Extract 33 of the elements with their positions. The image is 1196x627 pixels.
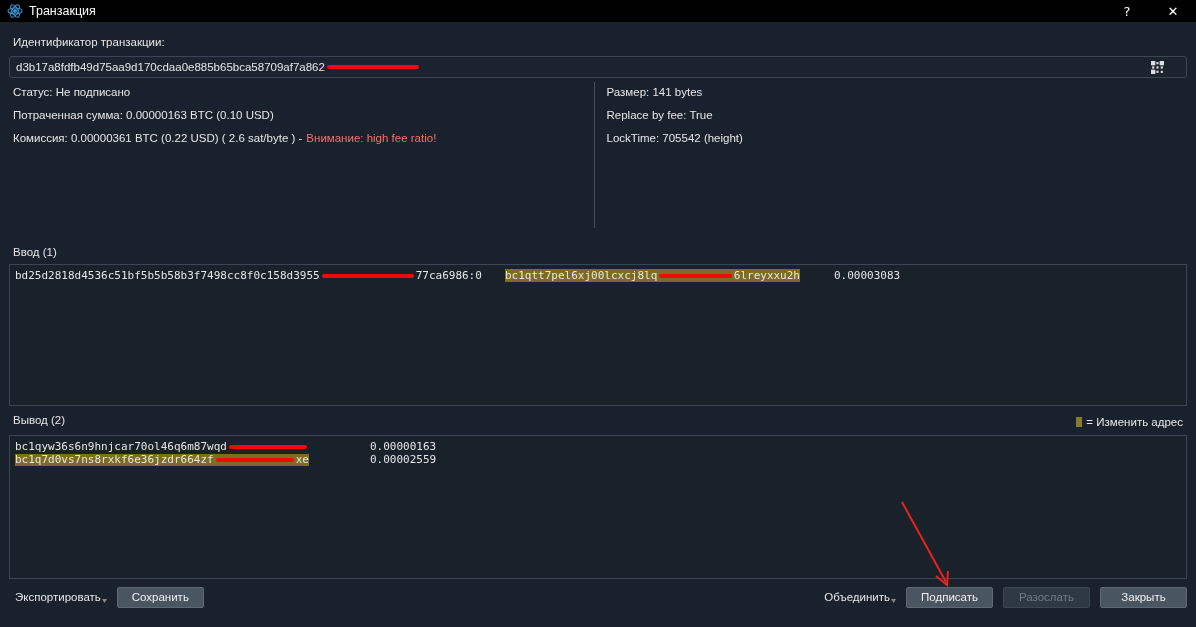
close-button[interactable]: ✕	[1150, 0, 1196, 22]
caret-icon	[891, 599, 896, 603]
qr-code-icon[interactable]	[1151, 60, 1164, 74]
field-label: Идентификатор транзакции:	[12, 36, 166, 50]
txid-value: d3b17a8fdfb49d75aa9d170cdaa0e885b65bca58709af7a862	[16, 61, 325, 73]
menu-button[interactable]: Объединить	[818, 591, 896, 603]
dialog-button[interactable]: Сохранить	[116, 586, 204, 608]
dialog-button[interactable]: Закрыть	[1100, 586, 1187, 608]
section-title: Ввод (1)	[12, 246, 58, 260]
txid-field[interactable]: d3b17a8fdfb49d75aa9d170cdaa0e885b65bca58709af7a862	[9, 56, 1187, 78]
menu-button[interactable]: Экспортировать	[9, 591, 107, 603]
amount-text: 0.00000163	[370, 440, 437, 453]
caret-icon	[101, 599, 107, 603]
info-text: Комиссия: 0.00000361 BTC (0.22 USD) ( 2.6 sat/byte ) -	[13, 132, 303, 144]
address-text: bc1q7d0vs7ns8rxkf6e36jzdr664zf xe	[15, 453, 309, 466]
help-button[interactable]: ?	[1104, 0, 1150, 22]
info-text: Потраченная сумма: 0.00000163 BTC (0.10 USD)	[13, 109, 274, 121]
dialog-button[interactable]: Подписать	[906, 586, 993, 608]
window-title: Транзакция	[29, 4, 96, 18]
outpoint-text: bd25d2818d4536c51bf5b5b58b3f7498cc8f0c158d3955 77ca6986:0	[15, 269, 483, 282]
info-text: LockTime: 705542 (height)	[606, 132, 743, 144]
info-text: Replace by fee: True	[606, 109, 713, 121]
warning-text: Внимание: high fee ratio!	[306, 132, 437, 144]
amount-text: 0.00002559	[370, 453, 437, 466]
legend-text: = Изменить адрес	[1086, 416, 1183, 428]
change-swatch-icon	[1076, 417, 1083, 427]
address-text: bc1qyw36s6n9hnjcar70ol46q6m87wqd	[15, 440, 309, 453]
amount-text: 0.00003083	[834, 269, 901, 282]
app-logo-icon	[7, 3, 23, 19]
info-text: Статус: Не подписано	[13, 86, 131, 98]
info-text: Размер: 141 bytes	[606, 86, 703, 98]
section-title: Вывод (2)	[12, 414, 66, 428]
address-text: bc1qtt7pel6xj00lcxcj8lq 6lreyxxu2h	[505, 269, 800, 282]
